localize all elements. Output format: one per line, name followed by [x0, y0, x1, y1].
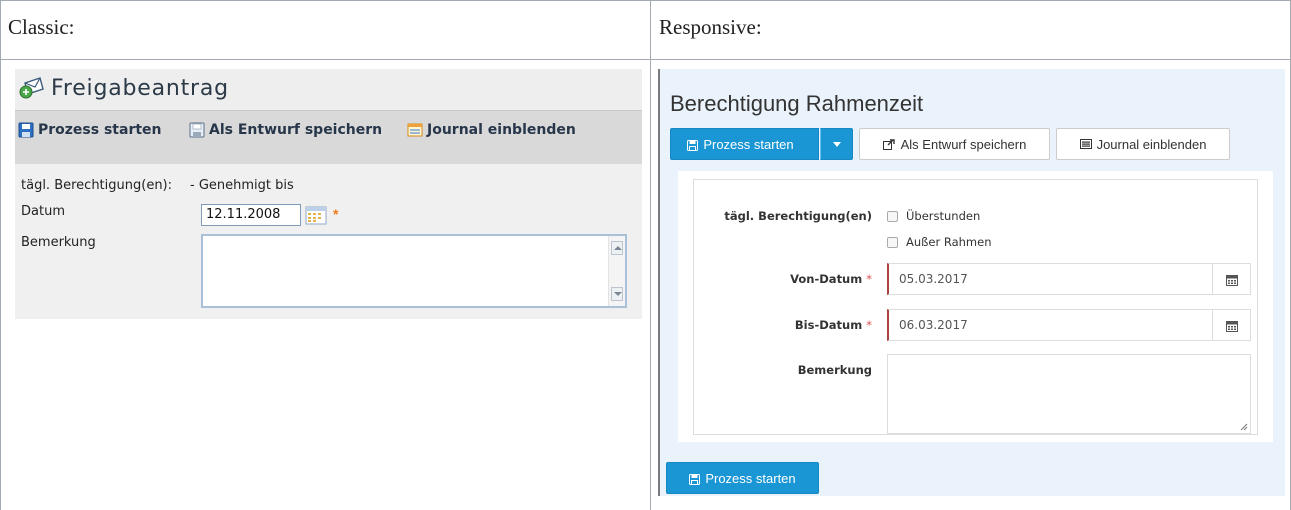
responsive-to-date-input[interactable]: 06.03.2017 — [887, 309, 1213, 341]
responsive-page-title: Berechtigung Rahmenzeit — [670, 91, 924, 116]
checkbox-outside-frame[interactable]: Außer Rahmen — [887, 235, 992, 249]
required-marker: * — [866, 318, 872, 332]
scroll-up-arrow-icon[interactable] — [611, 241, 623, 255]
responsive-left-rule — [658, 69, 660, 496]
share-arrow-icon — [882, 138, 895, 150]
scroll-down-arrow-icon[interactable] — [611, 287, 623, 301]
responsive-form-panel: tägl. Berechtigung(en) Überstunden Außer… — [693, 179, 1258, 435]
classic-remark-label: Bemerkung — [21, 235, 96, 250]
responsive-from-date-input[interactable]: 05.03.2017 — [887, 263, 1213, 295]
classic-draft-label: Als Entwurf speichern — [209, 122, 383, 138]
required-marker: * — [866, 272, 872, 286]
responsive-start-label: Prozess starten — [703, 136, 794, 152]
classic-permissions-label: tägl. Berechtigung(en): — [21, 178, 173, 193]
responsive-remark-label: Bemerkung — [797, 363, 872, 377]
to-date-label-text: Bis-Datum — [794, 318, 863, 332]
classic-start-label: Prozess starten — [38, 122, 162, 138]
floppy-disk-icon — [18, 122, 34, 138]
classic-toolbar: Prozess starten Als Entwurf speichern Jo… — [15, 110, 642, 164]
to-date-calendar-button[interactable] — [1213, 309, 1251, 341]
calendar-icon — [1226, 321, 1238, 332]
journal-table-icon — [407, 122, 423, 138]
resize-grip-icon[interactable] — [1240, 423, 1248, 431]
responsive-draft-label: Als Entwurf speichern — [900, 136, 1027, 152]
from-date-calendar-button[interactable] — [1213, 263, 1251, 295]
table-border-top — [0, 0, 1291, 1]
responsive-start-dropdown-toggle[interactable] — [820, 128, 853, 160]
classic-form: Freigabeantrag Prozess starten Als Entwu… — [15, 69, 642, 319]
responsive-from-date-label: Von-Datum * — [694, 272, 872, 286]
classic-required-marker: * — [333, 206, 339, 222]
checkbox-outside-frame-label: Außer Rahmen — [906, 235, 992, 249]
classic-journal-label: Journal einblenden — [427, 122, 576, 138]
responsive-show-journal-button[interactable]: Journal einblenden — [1056, 128, 1230, 160]
classic-save-draft-button[interactable]: Als Entwurf speichern — [189, 119, 382, 141]
classic-column-header: Classic: — [8, 15, 75, 39]
responsive-remark-textarea[interactable] — [887, 354, 1251, 434]
checkbox-box[interactable] — [887, 236, 898, 248]
checkbox-overtime-label: Überstunden — [906, 209, 981, 223]
table-header-divider — [0, 59, 1291, 60]
responsive-bottom-start-process-button[interactable]: Prozess starten — [666, 462, 819, 494]
classic-date-input[interactable]: 12.11.2008 — [201, 204, 301, 226]
checkbox-overtime[interactable]: Überstunden — [887, 209, 980, 223]
responsive-form-card: tägl. Berechtigung(en) Überstunden Außer… — [678, 171, 1273, 442]
table-border-left — [0, 0, 1, 510]
responsive-form: Berechtigung Rahmenzeit Prozess starten … — [658, 69, 1285, 496]
calendar-icon — [1226, 275, 1238, 286]
list-alt-icon — [1079, 139, 1092, 149]
classic-titlebar: Freigabeantrag — [15, 69, 642, 107]
responsive-start-process-button[interactable]: Prozess starten — [670, 128, 819, 160]
classic-page-title: Freigabeantrag — [51, 76, 229, 101]
save-icon — [689, 473, 701, 485]
checkbox-box[interactable] — [887, 210, 898, 222]
save-draft-disk-icon — [189, 122, 205, 138]
responsive-journal-label: Journal einblenden — [1096, 136, 1207, 152]
save-icon — [687, 139, 699, 151]
classic-show-journal-button[interactable]: Journal einblenden — [407, 119, 576, 141]
responsive-permissions-label: tägl. Berechtigung(en) — [724, 209, 872, 223]
calendar-icon[interactable] — [305, 205, 327, 225]
responsive-save-draft-button[interactable]: Als Entwurf speichern — [859, 128, 1050, 160]
caret-down-icon — [832, 141, 841, 147]
classic-form-body: tägl. Berechtigung(en): - Genehmigt bis … — [15, 164, 642, 319]
responsive-column-header: Responsive: — [659, 15, 762, 39]
classic-start-process-button[interactable]: Prozess starten — [18, 119, 162, 141]
from-date-label-text: Von-Datum — [790, 272, 863, 286]
table-column-divider — [650, 0, 651, 510]
classic-remark-textarea[interactable] — [201, 234, 627, 308]
classic-remark-scrollbar[interactable] — [608, 236, 625, 306]
classic-permissions-value: - Genehmigt bis — [190, 178, 294, 193]
classic-date-label: Datum — [21, 204, 65, 219]
responsive-to-date-label: Bis-Datum * — [694, 318, 872, 332]
request-envelope-icon — [19, 77, 44, 99]
responsive-bottom-start-label: Prozess starten — [705, 470, 796, 486]
